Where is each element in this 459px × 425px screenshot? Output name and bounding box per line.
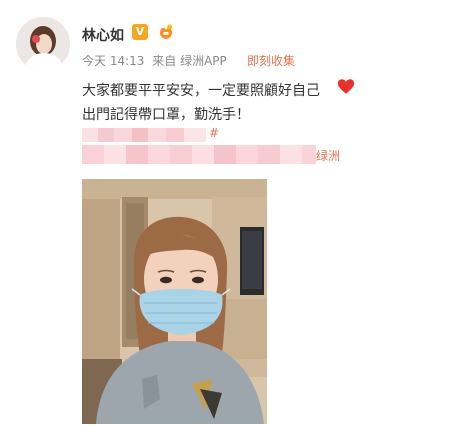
mosaic-block bbox=[148, 128, 166, 142]
vip-verified-icon[interactable]: V bbox=[132, 24, 148, 40]
mosaic-block bbox=[166, 128, 184, 142]
username[interactable]: 林心如 bbox=[82, 25, 124, 45]
source-prefix: 来自 bbox=[152, 54, 177, 68]
mosaic-block bbox=[258, 145, 280, 164]
post-text-line-1: 大家都要平平安安，一定要照顧好自己 bbox=[82, 83, 320, 99]
mosaic-block bbox=[170, 145, 192, 164]
mosaic-block bbox=[114, 128, 132, 142]
mosaic-block bbox=[302, 145, 316, 164]
avatar[interactable] bbox=[16, 17, 70, 71]
mosaic-block bbox=[148, 145, 170, 164]
source-app[interactable]: 绿洲APP bbox=[180, 54, 227, 68]
mosaic-block bbox=[280, 145, 302, 164]
mosaic-block bbox=[184, 128, 206, 142]
mosaic-block bbox=[98, 128, 114, 142]
mosaic-block bbox=[104, 145, 126, 164]
selfie-photo bbox=[82, 179, 267, 424]
fan-badge-icon[interactable] bbox=[156, 22, 176, 42]
avatar-image bbox=[16, 17, 70, 71]
red-heart-emoji bbox=[337, 79, 355, 94]
mosaic-block bbox=[126, 145, 148, 164]
post-time[interactable]: 今天 14:13 bbox=[82, 54, 144, 68]
post-photo[interactable] bbox=[82, 179, 267, 424]
link-text-fragment: 绿洲 bbox=[316, 149, 341, 163]
post-meta: 今天 14:13 来自 绿洲APP 即刻收集 bbox=[82, 52, 295, 69]
mosaic-block bbox=[192, 145, 214, 164]
mosaic-block bbox=[82, 145, 104, 164]
mosaic-block bbox=[82, 128, 98, 142]
hashtag-symbol: # bbox=[209, 126, 220, 140]
collect-button[interactable]: 即刻收集 bbox=[247, 52, 295, 69]
post-text-line-2: 出門記得帶口罩，勤洗手！ bbox=[82, 107, 250, 123]
mosaic-block bbox=[236, 145, 258, 164]
mosaic-block bbox=[214, 145, 236, 164]
mosaic-block bbox=[132, 128, 148, 142]
